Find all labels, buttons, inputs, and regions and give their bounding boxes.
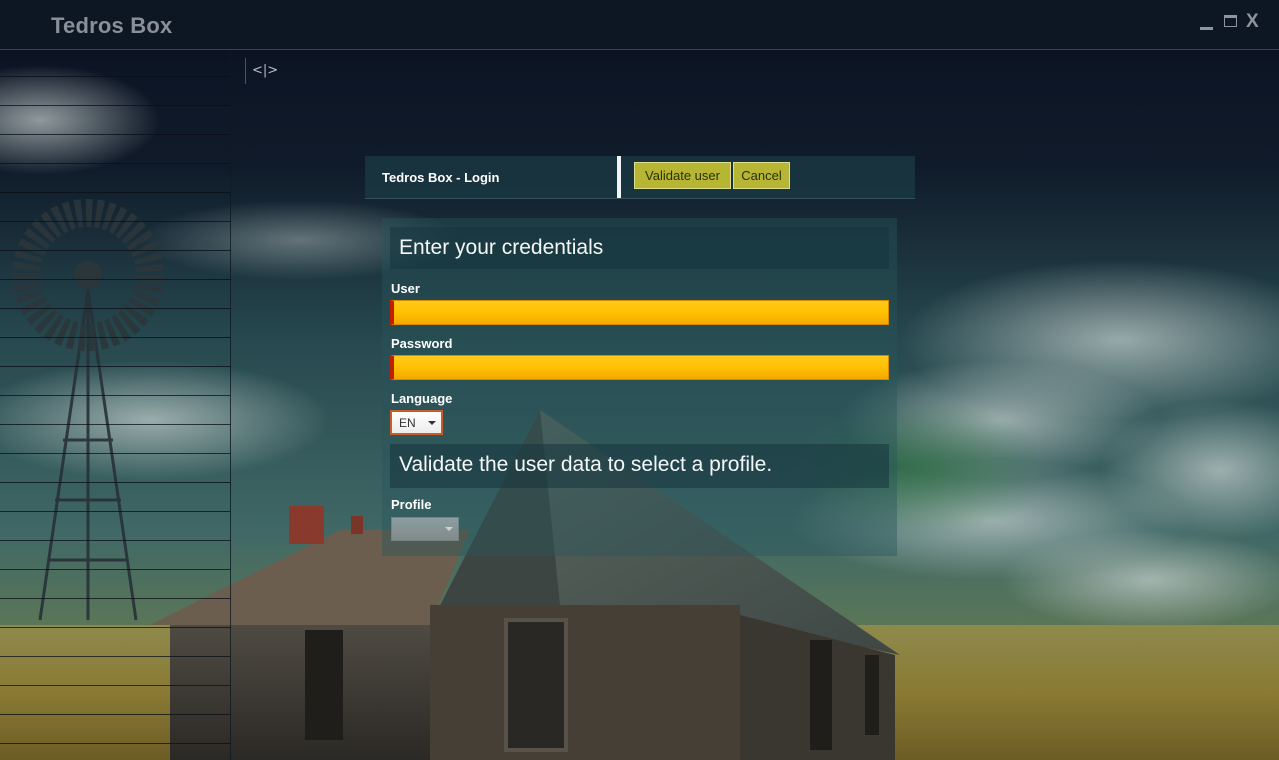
profile-hint-heading: Validate the user data to select a profi… (390, 444, 889, 488)
minimize-icon (1200, 27, 1213, 30)
close-button[interactable]: X (1246, 12, 1259, 32)
password-label: Password (391, 336, 453, 351)
sidebar (0, 50, 231, 760)
minimize-button[interactable] (1199, 18, 1214, 32)
login-dialog-header: Tedros Box - Login Validate user Cancel (365, 156, 915, 199)
profile-label: Profile (391, 497, 432, 512)
language-selected-value: EN (399, 416, 416, 430)
user-input[interactable] (390, 300, 889, 325)
title-bar: Tedros Box X (0, 0, 1279, 50)
chevron-down-icon (428, 421, 436, 425)
profile-select[interactable] (391, 517, 459, 541)
app-title: Tedros Box (51, 13, 173, 38)
sidebar-toggle-button[interactable]: <|> (245, 58, 278, 84)
app-window: Tedros Box X <|> Tedros Box - Login Vali… (0, 0, 1279, 760)
maximize-icon (1224, 15, 1237, 27)
validate-user-button[interactable]: Validate user (634, 162, 731, 189)
language-label: Language (391, 391, 453, 406)
cancel-button[interactable]: Cancel (733, 162, 790, 189)
user-label: User (391, 281, 420, 296)
password-input[interactable] (390, 355, 889, 380)
header-divider (617, 156, 621, 198)
maximize-button[interactable] (1223, 14, 1238, 27)
language-select[interactable]: EN (390, 410, 443, 435)
login-form-panel: Enter your credentials User Password Lan… (382, 218, 897, 556)
credentials-heading: Enter your credentials (390, 227, 889, 269)
chevron-down-icon (445, 527, 453, 531)
dialog-title: Tedros Box - Login (382, 170, 500, 185)
